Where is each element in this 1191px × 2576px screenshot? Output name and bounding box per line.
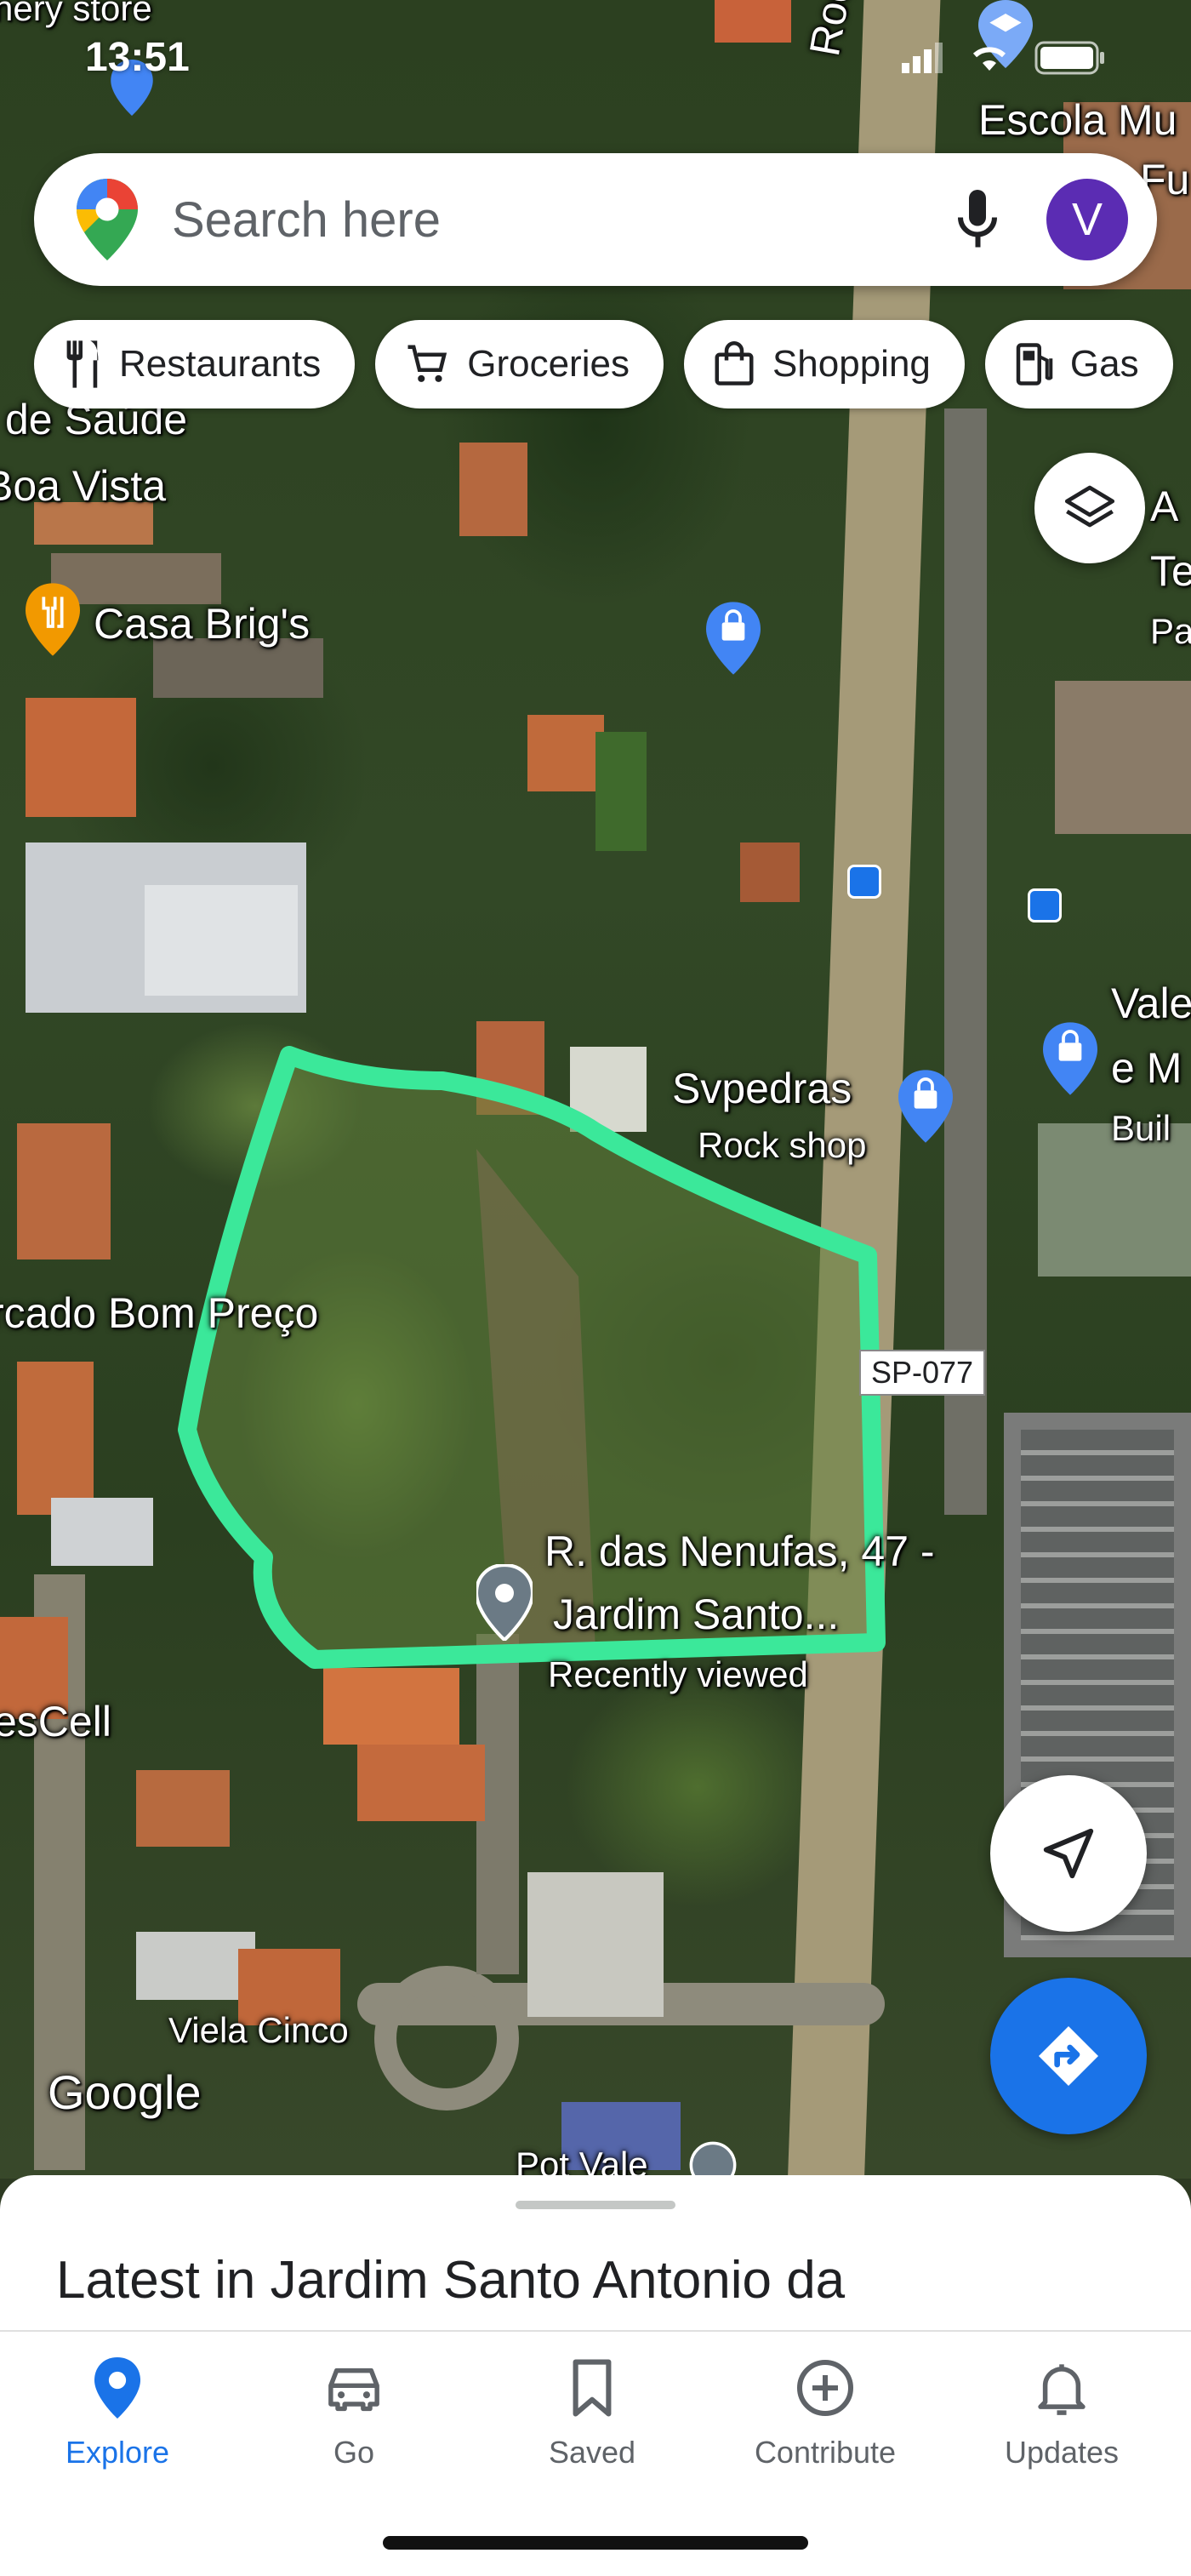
nav-explore[interactable]: Explore xyxy=(15,2357,219,2470)
recent-place-pin-icon[interactable] xyxy=(476,1564,533,1641)
nav-label: Go xyxy=(333,2435,375,2470)
address-label-line1: R. das Nenufas, 47 - xyxy=(544,1528,935,1575)
gas-pump-icon xyxy=(1016,343,1053,386)
microphone-icon[interactable] xyxy=(956,190,999,249)
map-label: Viela Cinco xyxy=(168,2010,349,2050)
cart-icon xyxy=(407,345,447,382)
home-indicator[interactable] xyxy=(383,2536,808,2550)
wifi-icon xyxy=(972,47,1006,71)
nav-updates[interactable]: Updates xyxy=(960,2357,1164,2470)
battery-icon xyxy=(1034,41,1104,75)
chip-label: Restaurants xyxy=(119,343,322,385)
bell-icon xyxy=(1038,2364,1086,2415)
signal-icon xyxy=(902,43,943,73)
explore-pin-icon xyxy=(94,2357,140,2419)
nav-saved[interactable]: Saved xyxy=(490,2357,694,2470)
nav-label: Updates xyxy=(1004,2435,1120,2470)
nav-label: Explore xyxy=(65,2435,170,2470)
shopping-pin-icon[interactable] xyxy=(898,1069,953,1144)
map-label: Escola Mu xyxy=(978,96,1177,144)
bus-stop-icon[interactable] xyxy=(847,865,881,899)
chip-restaurants[interactable]: Restaurants xyxy=(34,320,356,408)
restaurant-pin-icon[interactable] xyxy=(26,582,80,657)
bookmark-icon xyxy=(573,2359,612,2417)
avatar[interactable]: V xyxy=(1046,179,1128,260)
sheet-title: Latest in Jardim Santo Antonio da xyxy=(56,2251,846,2310)
category-chips: Restaurants Groceries Shopping Gas xyxy=(34,320,1173,408)
map-label: A xyxy=(1150,483,1179,530)
recently-viewed-label: Recently viewed xyxy=(548,1654,808,1694)
chip-groceries[interactable]: Groceries xyxy=(375,320,664,408)
nav-contribute[interactable]: Contribute xyxy=(723,2357,927,2470)
map-label: nery store xyxy=(0,0,152,28)
map-label: esCell xyxy=(0,1698,111,1745)
chip-shopping[interactable]: Shopping xyxy=(683,320,965,408)
navigation-arrow-icon xyxy=(1043,1828,1094,1879)
layers-icon xyxy=(1064,485,1115,528)
shopping-pin-icon[interactable] xyxy=(1043,1021,1097,1096)
chip-label: Groceries xyxy=(467,343,630,385)
directions-button[interactable] xyxy=(990,1978,1147,2134)
map-label: e M xyxy=(1111,1044,1182,1092)
car-icon xyxy=(328,2368,379,2412)
directions-icon xyxy=(1039,2026,1098,2086)
address-label-line2: Jardim Santo... xyxy=(553,1591,840,1638)
map-label: Rock shop xyxy=(698,1125,867,1165)
google-logo: Google xyxy=(48,2065,202,2119)
status-icons xyxy=(902,41,1106,75)
layers-button[interactable] xyxy=(1034,453,1145,563)
search-bar[interactable]: Search here V xyxy=(34,153,1157,286)
add-circle-icon xyxy=(797,2360,853,2416)
road-sign: SP-077 xyxy=(859,1350,986,1396)
chip-gas[interactable]: Gas xyxy=(984,320,1173,408)
nav-label: Contribute xyxy=(754,2435,897,2470)
map-label: Te xyxy=(1150,547,1191,595)
status-time: 13:51 xyxy=(85,35,190,80)
nav-go[interactable]: Go xyxy=(252,2357,456,2470)
google-maps-pin-icon xyxy=(77,179,138,260)
map-label: Boa Vista xyxy=(0,462,167,510)
nav-label: Saved xyxy=(548,2435,636,2470)
map-label: rcado Bom Preço xyxy=(0,1289,319,1337)
fork-knife-icon xyxy=(66,340,99,388)
my-location-button[interactable] xyxy=(990,1775,1147,1932)
map-label: Svpedras xyxy=(672,1065,852,1112)
map-label: Casa Brig's xyxy=(94,600,311,648)
shopping-pin-icon[interactable] xyxy=(706,601,761,676)
chip-label: Gas xyxy=(1069,343,1139,385)
map-label: Pa xyxy=(1150,611,1191,651)
map-label: Buil xyxy=(1111,1108,1171,1148)
shopping-bag-icon xyxy=(715,341,754,386)
sheet-drag-handle[interactable] xyxy=(516,2201,675,2209)
chip-label: Shopping xyxy=(772,343,931,385)
bus-stop-icon[interactable] xyxy=(1028,888,1062,922)
map-label: Vale xyxy=(1111,980,1191,1027)
search-input[interactable]: Search here xyxy=(172,191,956,248)
